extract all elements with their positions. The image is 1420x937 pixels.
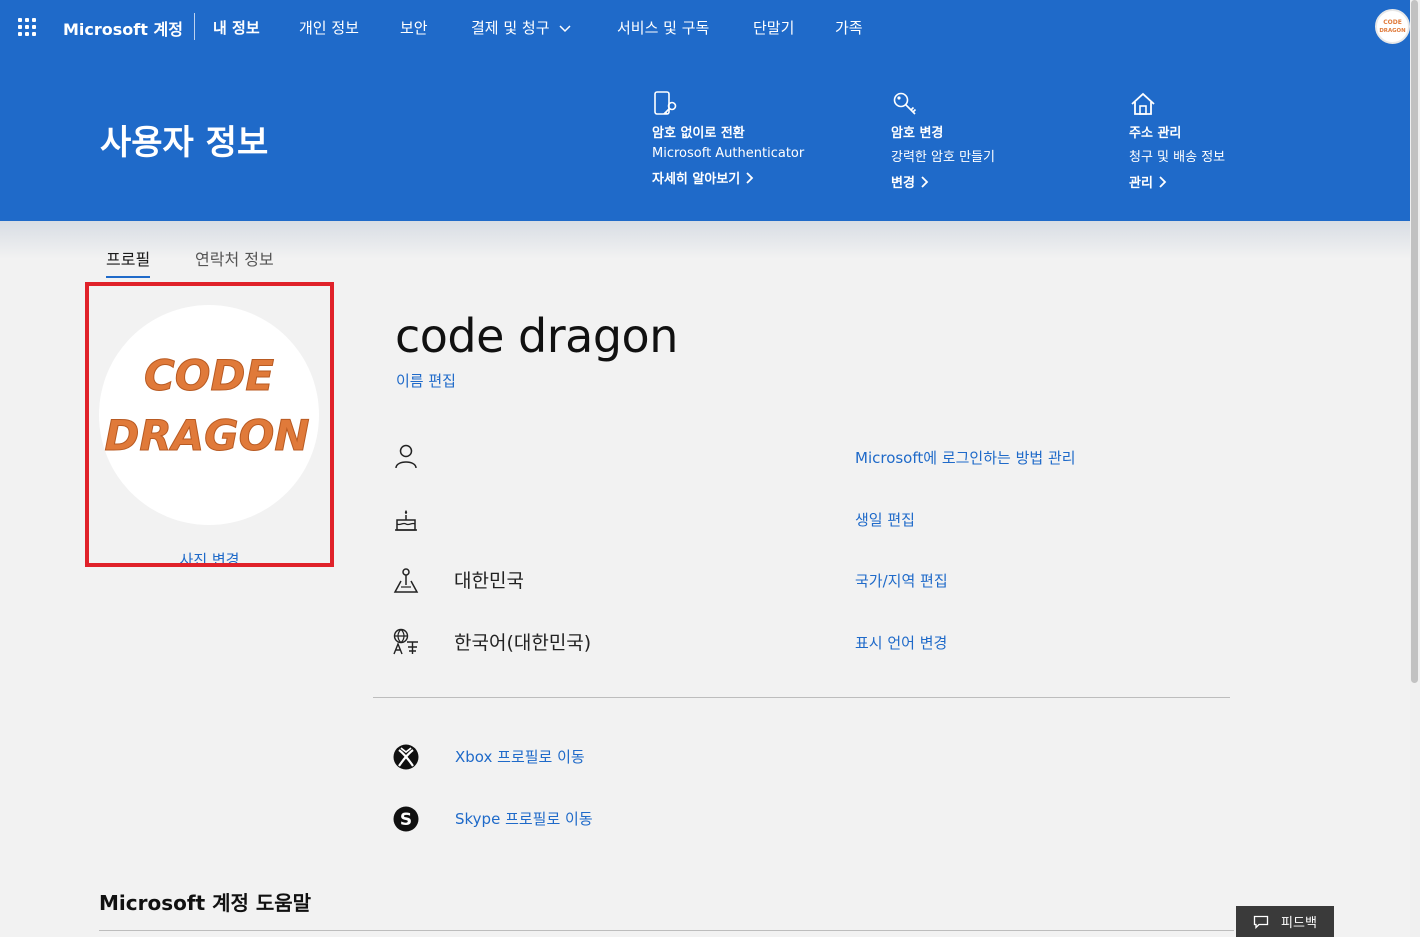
person-icon bbox=[392, 442, 420, 470]
change-password-link[interactable]: 변경 bbox=[891, 172, 929, 191]
svg-text:DRAGON: DRAGON bbox=[1379, 28, 1406, 34]
edit-country-link[interactable]: 국가/지역 편집 bbox=[855, 570, 948, 591]
feedback-button[interactable]: 피드백 bbox=[1236, 906, 1334, 937]
cake-icon bbox=[392, 505, 420, 533]
hero-card-subtitle: 청구 및 배송 정보 bbox=[1129, 150, 1226, 165]
nav-item-payment[interactable]: 결제 및 청구 bbox=[471, 17, 572, 38]
hero-card-password: 암호 변경 강력한 암호 만들기 변경 bbox=[891, 90, 1091, 191]
profile-photo[interactable]: CODE DRAGON bbox=[99, 305, 319, 525]
hero-card-subtitle: 강력한 암호 만들기 bbox=[891, 150, 995, 165]
hero-card-passwordless: 암호 없이로 전환 Microsoft Authenticator 자세히 알아… bbox=[652, 90, 852, 187]
skype-icon: S bbox=[392, 805, 420, 833]
nav-item-privacy[interactable]: 개인 정보 bbox=[299, 17, 359, 38]
key-icon bbox=[891, 90, 919, 118]
svg-text:CODE: CODE bbox=[1383, 19, 1402, 26]
brand-link[interactable]: Microsoft 계정 bbox=[63, 16, 183, 40]
brand-divider bbox=[194, 13, 195, 40]
manage-address-link[interactable]: 관리 bbox=[1129, 172, 1167, 191]
country-value: 대한민국 bbox=[454, 570, 524, 592]
learn-more-link[interactable]: 자세히 알아보기 bbox=[652, 168, 754, 187]
nav-item-security[interactable]: 보안 bbox=[400, 17, 428, 38]
language-value: 한국어(대한민국) bbox=[454, 632, 592, 654]
phone-key-icon bbox=[652, 90, 680, 118]
profile-name: code dragon bbox=[395, 309, 678, 363]
nav-item-services[interactable]: 서비스 및 구독 bbox=[617, 17, 709, 38]
xbox-icon bbox=[392, 743, 420, 771]
hero-banner: 사용자 정보 암호 없이로 전환 Microsoft Authenticator… bbox=[0, 55, 1420, 221]
top-navigation: Microsoft 계정 내 정보 개인 정보 보안 결제 및 청구 서비스 및… bbox=[0, 0, 1420, 55]
hero-card-address: 주소 관리 청구 및 배송 정보 관리 bbox=[1129, 90, 1329, 191]
home-icon bbox=[1129, 90, 1157, 118]
hero-card-subtitle: Microsoft Authenticator bbox=[652, 146, 805, 161]
help-divider bbox=[99, 930, 1234, 931]
scrollbar-thumb[interactable] bbox=[1411, 0, 1418, 683]
chevron-right-icon bbox=[1159, 175, 1167, 188]
chevron-right-icon bbox=[746, 171, 754, 184]
chevron-right-icon bbox=[921, 175, 929, 188]
avatar-logo: CODE DRAGON bbox=[1379, 19, 1406, 34]
tab-contact-info[interactable]: 연락처 정보 bbox=[195, 246, 274, 276]
chat-icon bbox=[1253, 915, 1269, 929]
nav-item-my-info[interactable]: 내 정보 bbox=[213, 17, 260, 38]
change-language-link[interactable]: 표시 언어 변경 bbox=[855, 632, 947, 653]
edit-birthday-link[interactable]: 생일 편집 bbox=[855, 509, 915, 530]
app-launcher-icon[interactable] bbox=[18, 18, 36, 36]
change-photo-link[interactable]: 사진 변경 bbox=[89, 549, 330, 563]
account-avatar[interactable]: CODE DRAGON bbox=[1375, 9, 1410, 44]
hero-card-title: 암호 변경 bbox=[891, 126, 944, 141]
xbox-profile-link[interactable]: Xbox 프로필로 이동 bbox=[455, 746, 585, 767]
section-divider bbox=[373, 697, 1230, 698]
chevron-down-icon bbox=[559, 24, 571, 32]
location-icon bbox=[392, 566, 420, 594]
svg-text:S: S bbox=[400, 810, 412, 830]
skype-profile-link[interactable]: Skype 프로필로 이동 bbox=[455, 808, 593, 829]
svg-text:CODE: CODE bbox=[144, 351, 274, 400]
profile-photo-logo: CODE DRAGON bbox=[104, 351, 310, 461]
help-section-title: Microsoft 계정 도움말 bbox=[99, 891, 312, 915]
edit-name-link[interactable]: 이름 편집 bbox=[396, 370, 456, 391]
manage-sign-in-link[interactable]: Microsoft에 로그인하는 방법 관리 bbox=[855, 447, 1076, 468]
hero-card-title: 암호 없이로 전환 bbox=[652, 126, 745, 141]
nav-item-family[interactable]: 가족 bbox=[835, 17, 863, 38]
svg-text:DRAGON: DRAGON bbox=[104, 411, 309, 460]
profile-photo-highlight: CODE DRAGON 사진 변경 bbox=[85, 282, 334, 567]
page-title: 사용자 정보 bbox=[100, 123, 269, 163]
language-icon bbox=[392, 627, 420, 655]
nav-item-devices[interactable]: 단말기 bbox=[753, 17, 794, 38]
hero-card-title: 주소 관리 bbox=[1129, 126, 1182, 141]
tab-profile[interactable]: 프로필 bbox=[106, 246, 151, 278]
